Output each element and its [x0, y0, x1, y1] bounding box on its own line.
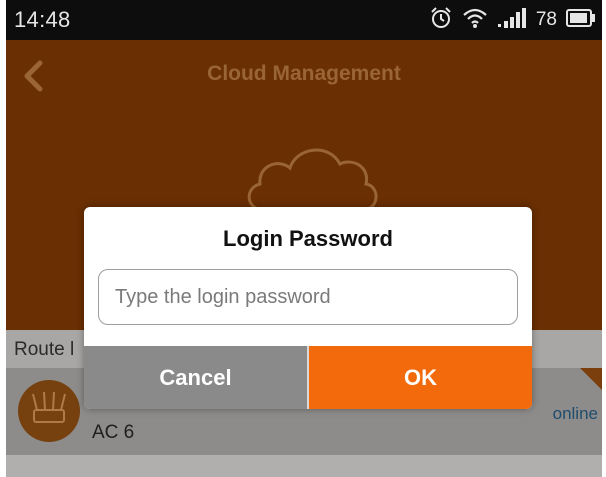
router-name: AC 6 — [92, 422, 135, 443]
signal-icon — [497, 7, 527, 34]
login-password-dialog: Login Password Cancel OK — [84, 207, 532, 409]
alarm-clock-icon — [429, 6, 453, 35]
status-icons: 78 — [429, 5, 596, 35]
dialog-buttons: Cancel OK — [84, 346, 532, 409]
page-title: Cloud Management — [207, 62, 401, 85]
password-input[interactable] — [98, 269, 518, 325]
router-icon — [32, 391, 66, 423]
battery-icon — [566, 8, 596, 32]
router-avatar — [18, 380, 80, 442]
router-list-label: Route l — [14, 339, 75, 360]
status-time: 14:48 — [14, 7, 71, 32]
dialog-title: Login Password — [223, 226, 393, 251]
battery-level: 78 — [535, 9, 557, 30]
wifi-icon — [462, 7, 488, 34]
cancel-button[interactable]: Cancel — [84, 346, 307, 409]
router-status: online — [552, 404, 598, 423]
list-footer — [6, 455, 602, 477]
status-bar: 14:48 78 — [6, 0, 602, 40]
ok-button[interactable]: OK — [309, 346, 532, 409]
corner-tag-icon — [580, 368, 602, 390]
